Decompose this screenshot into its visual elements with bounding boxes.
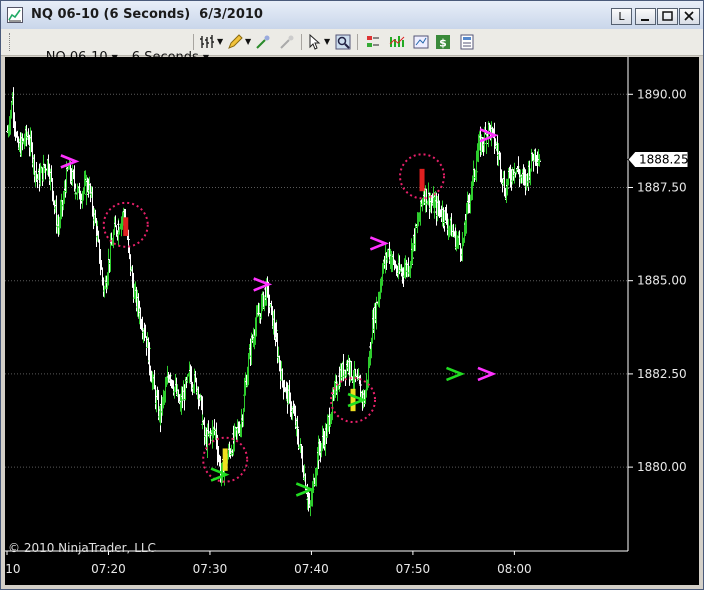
app-chart-icon [7,7,23,23]
maximize-button[interactable] [657,8,678,25]
toolbar-grip[interactable] [9,33,13,51]
chart-toolbar: NQ 06-10▼ 6 Seconds▼ ▼ ▼ ▼ $ [1,29,703,65]
zoom-icon[interactable] [335,34,351,50]
signal-bar-highlight [222,448,228,471]
y-tick-label: 1885.00 [637,274,687,288]
title-bar[interactable]: NQ 06-10 (6 Seconds) 6/3/2010 L [1,1,703,29]
link-mode-button[interactable]: L [611,8,632,25]
y-tick-label: 1880.00 [637,460,687,474]
minimize-button[interactable] [635,8,656,25]
minimize-icon [641,19,649,21]
maximize-icon [662,11,673,21]
signal-bar-highlight [419,168,425,192]
x-tick-label: 08:00 [497,562,532,576]
pointer-tool-icon[interactable] [307,34,323,50]
dollar-icon[interactable]: $ [435,34,451,50]
close-icon [684,11,694,21]
window-title: NQ 06-10 (6 Seconds) 6/3/2010 [31,7,263,22]
short-entry-arrow [60,154,80,169]
y-tick-label: 1887.50 [637,180,687,194]
chart-trader-icon[interactable] [413,34,429,50]
x-tick-label: 07:20 [91,562,126,576]
signal-bar-highlight [123,217,129,236]
chart-window: NQ 06-10 (6 Seconds) 6/3/2010 L NQ 06-10… [0,0,704,590]
price-chart[interactable]: 1890.00 1887.50 1885.00 1882.50 1880.00 7:10 0… [5,57,699,585]
x-tick-label: 07:30 [193,562,228,576]
toolbar-separator [357,34,358,50]
pencil-dropdown-icon[interactable]: ▼ [245,34,251,50]
toolbar-separator [193,34,194,50]
y-tick-label: 1890.00 [637,87,687,101]
pencil-draw-icon[interactable] [227,34,243,50]
bar-style-dropdown-icon[interactable]: ▼ [217,34,223,50]
chart-canvas[interactable]: 1890.00 1887.50 1885.00 1882.50 1880.00 7:10 0… [5,57,699,585]
global-crosshair-icon[interactable] [279,34,295,50]
last-price-label: 1888.25 [639,153,689,167]
x-tick-label: 07:40 [294,562,329,576]
short-entry-arrow [369,236,389,251]
toolbar-separator [301,34,302,50]
strategies-icon[interactable] [365,34,381,50]
bar-style-icon[interactable] [199,34,215,50]
x-tick-label: 7:10 [5,562,20,576]
x-tick-label: 07:50 [396,562,431,576]
instrument-selector[interactable]: NQ 06-10▼ [21,34,118,65]
close-button[interactable] [679,8,700,25]
svg-text:$: $ [439,37,447,50]
signal-bar-highlight [350,388,356,412]
properties-icon[interactable] [459,34,475,50]
long-entry-arrow [446,366,465,382]
price-bars [6,87,541,517]
crosshair-icon[interactable] [255,34,271,50]
copyright-text: © 2010 NinjaTrader, LLC [8,541,156,555]
y-tick-label: 1882.50 [637,367,687,381]
pointer-dropdown-icon[interactable]: ▼ [324,34,330,50]
indicators-icon[interactable] [389,34,405,50]
